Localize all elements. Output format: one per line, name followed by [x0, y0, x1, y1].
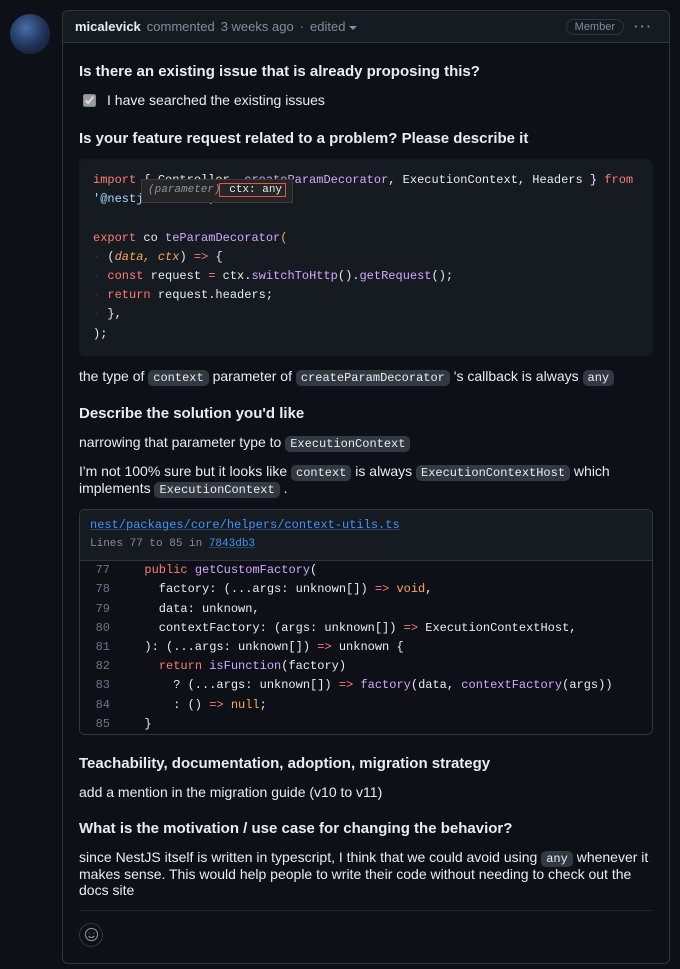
line-number: 83 [80, 676, 120, 695]
heading-teach: Teachability, documentation, adoption, m… [79, 755, 653, 772]
line-number: 84 [80, 696, 120, 715]
snippet-row: 82 return isFunction(factory) [80, 657, 652, 676]
line-code: factory: (...args: unknown[]) => void, [120, 580, 652, 599]
line-code: public getCustomFactory( [120, 561, 652, 580]
solution-paragraph-2: I'm not 100% sure but it looks like cont… [79, 463, 653, 497]
code-block-1: (parameter) ctx: any import { Controller… [79, 159, 653, 356]
avatar[interactable] [10, 14, 50, 54]
more-actions-icon[interactable]: ··· [630, 17, 657, 36]
heading-existing: Is there an existing issue that is alrea… [79, 63, 653, 80]
snippet-row: 81 ): (...args: unknown[]) => unknown { [80, 638, 652, 657]
line-code: ? (...args: unknown[]) => factory(data, … [120, 676, 652, 695]
smiley-icon [84, 927, 99, 942]
existing-checkbox [83, 94, 96, 107]
embedded-snippet: nest/packages/core/helpers/context-utils… [79, 509, 653, 735]
snippet-row: 85 } [80, 715, 652, 734]
commented-label: commented [147, 19, 215, 34]
member-badge: Member [566, 19, 624, 35]
chevron-down-icon [349, 26, 357, 30]
problem-paragraph: the type of context parameter of createP… [79, 368, 653, 385]
line-number: 81 [80, 638, 120, 657]
line-number: 82 [80, 657, 120, 676]
snippet-row: 78 factory: (...args: unknown[]) => void… [80, 580, 652, 599]
line-number: 79 [80, 600, 120, 619]
motivation-paragraph: since NestJS itself is written in typesc… [79, 849, 653, 898]
line-code: return isFunction(factory) [120, 657, 652, 676]
comment-container: micalevick commented 3 weeks ago · edite… [62, 10, 670, 964]
line-code: : () => null; [120, 696, 652, 715]
heading-solution: Describe the solution you'd like [79, 405, 653, 422]
line-number: 85 [80, 715, 120, 734]
heading-motivation: What is the motivation / use case for ch… [79, 820, 653, 837]
line-number: 80 [80, 619, 120, 638]
teach-paragraph: add a mention in the migration guide (v1… [79, 784, 653, 800]
line-code: ): (...args: unknown[]) => unknown { [120, 638, 652, 657]
snippet-row: 79 data: unknown, [80, 600, 652, 619]
line-code: contextFactory: (args: unknown[]) => Exe… [120, 619, 652, 638]
snippet-path-link[interactable]: nest/packages/core/helpers/context-utils… [90, 518, 400, 532]
comment-body: Is there an existing issue that is alrea… [63, 63, 669, 963]
add-reaction-button[interactable] [79, 923, 103, 947]
line-number: 78 [80, 580, 120, 599]
existing-check-label: I have searched the existing issues [107, 92, 325, 108]
edited-dropdown[interactable]: edited [310, 19, 357, 34]
snippet-row: 83 ? (...args: unknown[]) => factory(dat… [80, 676, 652, 695]
hover-tooltip: (parameter) ctx: any [141, 179, 293, 203]
line-number: 77 [80, 561, 120, 580]
snippet-row: 80 contextFactory: (args: unknown[]) => … [80, 619, 652, 638]
snippet-row: 77 public getCustomFactory( [80, 561, 652, 580]
timestamp[interactable]: 3 weeks ago [221, 19, 294, 34]
tooltip-text: ctx: any [223, 184, 282, 196]
snippet-row: 84 : () => null; [80, 696, 652, 715]
author-link[interactable]: micalevick [75, 19, 141, 34]
line-code: data: unknown, [120, 600, 652, 619]
snippet-sha-link[interactable]: 7843db3 [209, 538, 255, 550]
comment-header: micalevick commented 3 weeks ago · edite… [63, 11, 669, 43]
line-code: } [120, 715, 652, 734]
heading-problem: Is your feature request related to a pro… [79, 130, 653, 147]
solution-paragraph-1: narrowing that parameter type to Executi… [79, 434, 653, 451]
